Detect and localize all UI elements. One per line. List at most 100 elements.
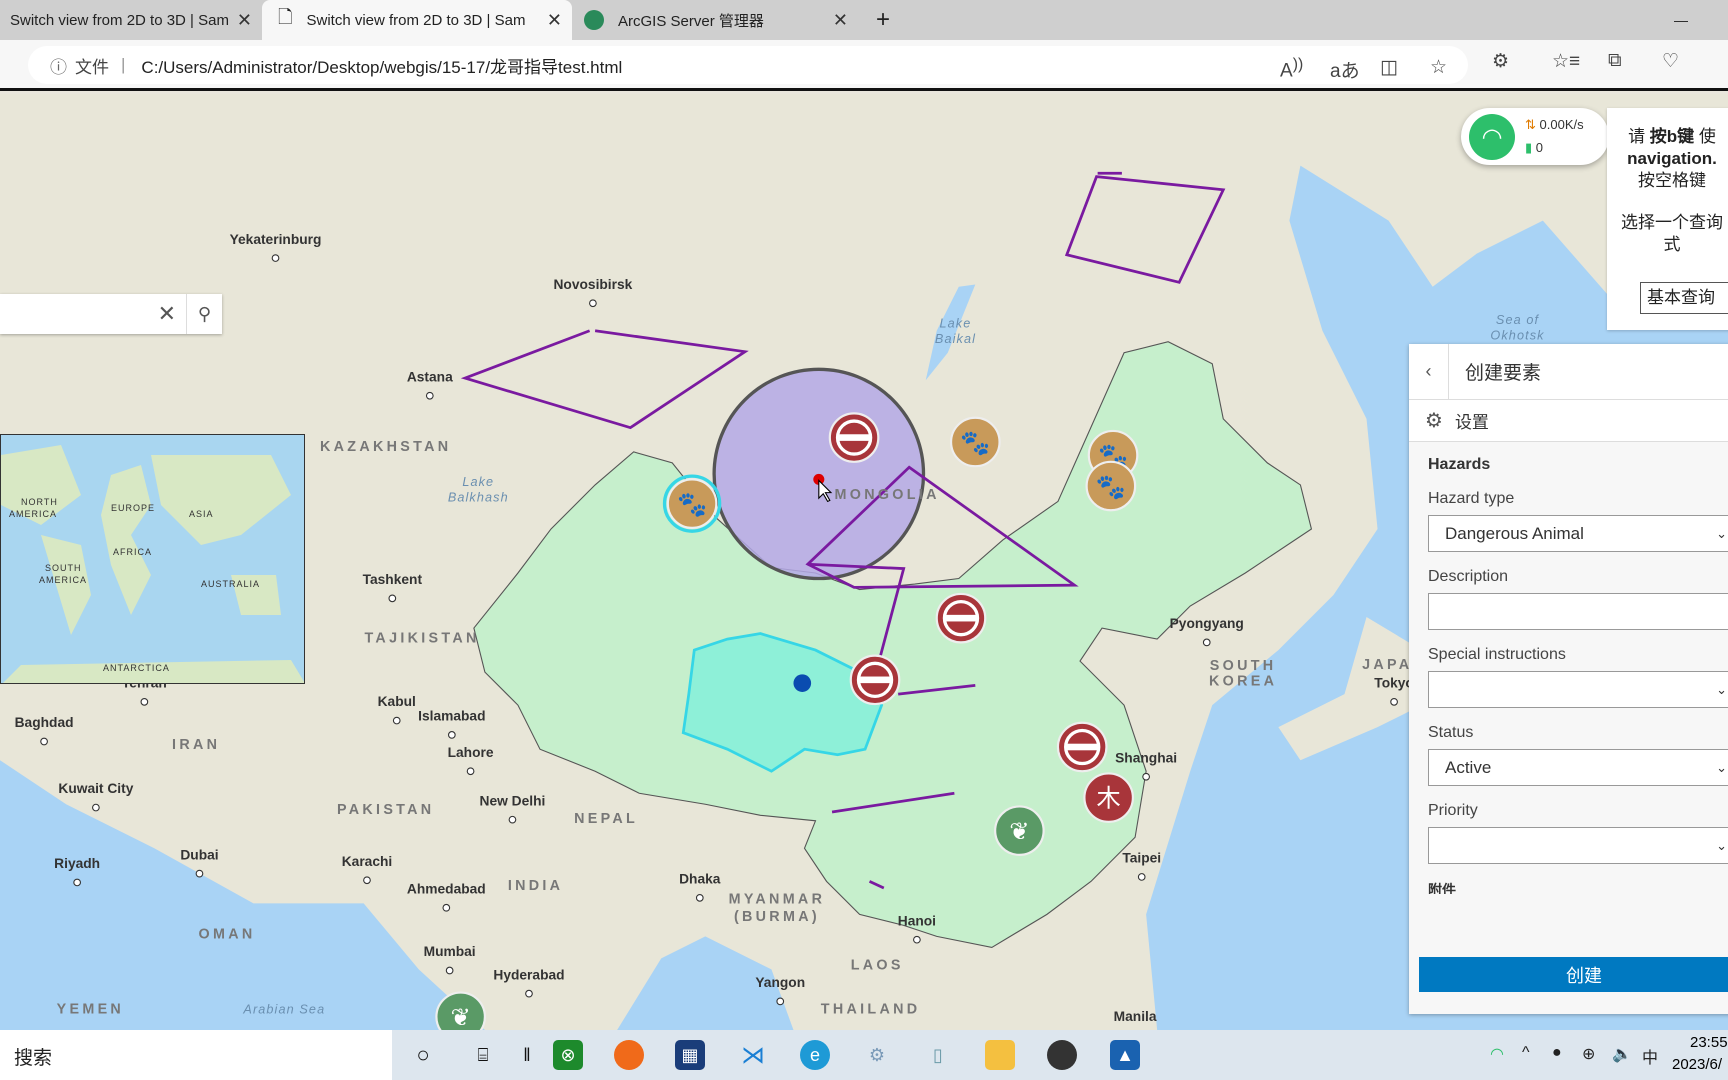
store-icon[interactable]: ▦ xyxy=(675,1040,705,1070)
bear-marker[interactable]: 🐾 xyxy=(1085,460,1137,512)
polygon-kazakhstan[interactable] xyxy=(460,329,749,430)
edge-icon[interactable]: e xyxy=(800,1040,830,1070)
no-entry-marker[interactable] xyxy=(935,592,987,644)
priority-select[interactable]: ⌄ xyxy=(1428,827,1728,864)
city-label: Kuwait City xyxy=(58,781,133,796)
section-title: Hazards xyxy=(1428,456,1491,473)
city-label: Tokyo xyxy=(1374,676,1414,691)
bear-marker-selected[interactable]: 🐾 xyxy=(662,474,722,533)
city-dot xyxy=(92,803,100,812)
country-label: IRAN xyxy=(172,737,220,753)
no-entry-marker[interactable] xyxy=(1056,721,1108,773)
tree-hazard-marker[interactable]: ⽊ xyxy=(1083,772,1134,823)
favorite-star-icon[interactable]: ☆ xyxy=(1430,56,1447,79)
water-label: Lake xyxy=(940,316,972,330)
city-dot xyxy=(271,254,280,262)
city-dot xyxy=(589,299,597,308)
chevron-up-icon[interactable]: ^ xyxy=(1522,1044,1530,1062)
clock-time[interactable]: 23:55 xyxy=(1690,1034,1728,1051)
settings-app-icon[interactable]: ⚙ xyxy=(862,1040,892,1070)
city-dot xyxy=(442,903,451,912)
address-bar[interactable]: ⓘ 文件 | C:/Users/Administrator/Desktop/we… xyxy=(28,46,1468,84)
city-dot xyxy=(447,731,456,739)
country-label: KOREA xyxy=(1209,673,1277,689)
water-label: Baikal xyxy=(935,332,976,346)
search-button[interactable]: ⚲ xyxy=(186,294,222,334)
vscode-icon[interactable]: ⋊ xyxy=(738,1040,768,1070)
page-icon: 🗋 xyxy=(278,7,293,27)
extensions-icon[interactable]: ⚙ xyxy=(1492,50,1509,73)
status-select[interactable]: Active ⌄ xyxy=(1428,749,1728,786)
tab-3[interactable]: ArcGIS Server 管理器 ✕ xyxy=(572,0,858,40)
tab-1[interactable]: Switch view from 2D to 3D | Sam ✕ xyxy=(0,0,262,40)
collections-icon[interactable]: ⧉ xyxy=(1608,50,1622,72)
close-tab-icon[interactable]: ✕ xyxy=(833,10,848,31)
tab-2[interactable]: 🗋 Switch view from 2D to 3D | Sam ✕ xyxy=(262,0,572,40)
special-instructions-select[interactable]: ⌄ xyxy=(1428,671,1728,708)
qq-icon[interactable]: ● xyxy=(1552,1044,1562,1062)
health-icon[interactable]: ♡ xyxy=(1662,50,1679,73)
xbox-icon[interactable]: ⊗ xyxy=(553,1040,583,1070)
taskbar-search[interactable]: 搜索 xyxy=(0,1030,392,1080)
notepad-icon[interactable]: ▯ xyxy=(923,1040,953,1070)
translate-icon[interactable]: aあ xyxy=(1330,56,1360,83)
country-label: THAILAND xyxy=(821,1001,921,1017)
photos-icon[interactable]: ▲ xyxy=(1110,1040,1140,1070)
bear-marker[interactable]: 🐾 xyxy=(949,416,1001,468)
search-icon: ⚲ xyxy=(197,303,212,324)
description-input[interactable] xyxy=(1428,593,1728,630)
city-label: Shanghai xyxy=(1115,750,1177,765)
read-aloud-icon[interactable]: A)) xyxy=(1280,56,1303,82)
clear-icon[interactable]: ✕ xyxy=(158,301,176,327)
minimize-button[interactable]: — xyxy=(1664,0,1698,40)
country-label: TAJIKISTAN xyxy=(364,630,479,646)
svg-text:❦: ❦ xyxy=(451,1005,471,1030)
map-view[interactable]: YekaterinburgNovosibirskAstanaTashkentTe… xyxy=(0,94,1728,1030)
ime-indicator[interactable]: 中 xyxy=(1642,1044,1658,1068)
new-tab-button[interactable]: + xyxy=(866,0,900,40)
city-dot xyxy=(1142,772,1150,781)
cortana-icon[interactable]: ○ xyxy=(408,1040,438,1070)
query-type-select[interactable]: 基本查询 xyxy=(1640,282,1728,314)
country-label: LAOS xyxy=(851,957,904,973)
no-entry-marker[interactable] xyxy=(828,412,880,463)
leaf-marker[interactable]: ❦ xyxy=(435,991,486,1030)
close-tab-icon[interactable]: ✕ xyxy=(547,10,562,31)
address-bar-row: ⓘ 文件 | C:/Users/Administrator/Desktop/we… xyxy=(0,40,1728,91)
country-label: SOUTH xyxy=(1210,658,1277,674)
back-button[interactable]: ‹ xyxy=(1409,343,1449,400)
overview-map[interactable]: NORTH AMERICA EUROPE ASIA AFRICA SOUTH A… xyxy=(0,434,305,684)
split-screen-icon[interactable]: ◫ xyxy=(1380,56,1398,79)
settings-button[interactable]: ⚙ 设置 xyxy=(1409,400,1728,442)
hazard-type-select[interactable]: Dangerous Animal ⌄ xyxy=(1428,515,1728,552)
file-explorer-icon[interactable] xyxy=(985,1040,1015,1070)
city-label: Baghdad xyxy=(15,715,74,730)
city-label: Yekaterinburg xyxy=(230,232,322,247)
city-label: Yangon xyxy=(755,975,805,990)
divider-icon: ‖ xyxy=(523,1044,531,1065)
country-label: MYANMAR xyxy=(729,891,826,907)
country-label: YEMEN xyxy=(57,1001,124,1017)
task-view-icon[interactable]: ⌸ xyxy=(468,1040,498,1070)
clock-date[interactable]: 2023/6/ xyxy=(1672,1056,1722,1073)
no-entry-marker[interactable] xyxy=(849,654,901,706)
attachments-label: 附件 xyxy=(1428,882,1456,894)
leaf-marker[interactable]: ❦ xyxy=(994,805,1045,857)
water-label: Okhotsk xyxy=(1490,329,1544,343)
city-dot xyxy=(73,878,81,887)
city-label: Pyongyang xyxy=(1170,616,1244,631)
favorites-icon[interactable]: ☆≡ xyxy=(1552,50,1580,73)
firefox-icon[interactable] xyxy=(614,1040,644,1070)
create-button[interactable]: 创建 xyxy=(1419,957,1728,992)
country-label: (BURMA) xyxy=(734,909,820,925)
editor-panel: ‹ 创建要素 ⚙ 设置 Hazards Hazard type Dangerous … xyxy=(1409,343,1728,1014)
globe-tray-icon[interactable]: ⊕ xyxy=(1582,1044,1595,1064)
wifi-tray-icon[interactable]: ◠ xyxy=(1490,1044,1504,1064)
avatar-app-icon[interactable] xyxy=(1047,1040,1077,1070)
polygon-northeast[interactable] xyxy=(1064,171,1226,284)
close-tab-icon[interactable]: ✕ xyxy=(237,10,252,31)
blue-point[interactable] xyxy=(793,674,812,692)
city-dot xyxy=(1202,638,1211,647)
volume-icon[interactable]: 🔈 xyxy=(1612,1044,1632,1064)
network-speed-widget[interactable]: ◠ ⇅ 0.00K/s ▮ 0 xyxy=(1461,108,1609,165)
